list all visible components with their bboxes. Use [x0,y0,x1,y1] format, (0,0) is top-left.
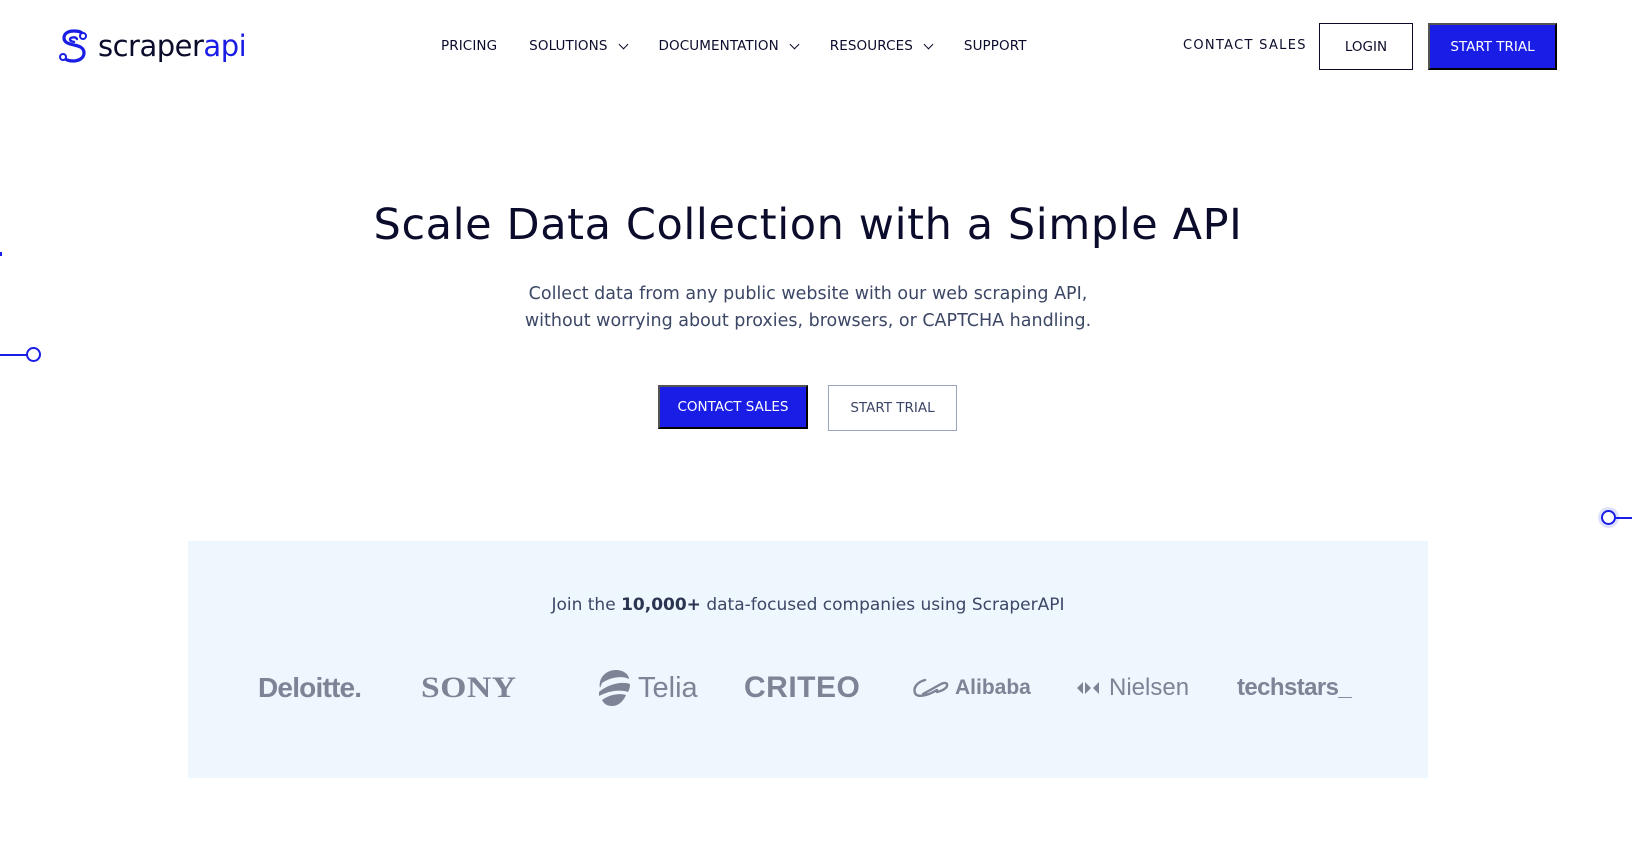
customer-logos-section: Join the 10,000+ data-focused companies … [188,541,1428,778]
scraperapi-logo-icon [59,29,87,63]
nav-item-solutions[interactable]: SOLUTIONS [529,38,628,54]
hero-subtitle-line: without worrying about proxies, browsers… [524,311,1092,331]
nav-item-label: RESOURCES [829,38,913,54]
nav-item-pricing[interactable]: PRICING [441,38,497,54]
site-header: scraperapi PRICING SOLUTIONS DOCUMENTATI… [0,0,1632,96]
chevron-down-icon [789,39,800,49]
logo-wordmark: scraperapi [98,28,247,64]
hero-subtitle: Collect data from any public website wit… [0,281,1616,335]
criteo-logo-text: CRITEO [744,671,861,704]
nav-item-support[interactable]: SUPPORT [964,38,1027,54]
social-proof-suffix: data-focused companies using ScraperAPI [700,595,1065,615]
nav-item-documentation[interactable]: DOCUMENTATION [658,38,800,54]
nav-item-label: SUPPORT [963,38,1027,54]
nav-item-label: PRICING [441,38,498,54]
decorative-line [1616,517,1632,519]
techstars-logo-text: techstars_ [1237,674,1352,701]
contact-sales-button[interactable]: CONTACT SALES [658,385,808,429]
chevron-down-icon [618,39,628,49]
nav-item-resources[interactable]: RESOURCES [829,38,934,54]
sony-logo: SONY [421,663,517,713]
logo-wordmark-api: api [203,29,247,63]
telia-logo-text: Telia [638,671,698,704]
login-button[interactable]: LOGIN [1319,23,1413,70]
hero-title: Scale Data Collection with a Simple API [373,200,1243,250]
alibaba-mark-icon [913,678,949,698]
techstars-logo: techstars_ [1237,663,1352,713]
telia-logo: Telia [596,663,698,713]
alibaba-logo-text: Alibaba [955,676,1031,699]
nielsen-logo-text: Nielsen [1109,674,1190,701]
hero-subtitle-line: Collect data from any public website wit… [528,284,1088,304]
chevron-down-icon [923,39,934,49]
criteo-logo: CRITEO [744,663,860,713]
logo-wordmark-scraper: scraper [98,29,204,63]
main-nav: PRICING SOLUTIONS DOCUMENTATION RESOURCE… [441,38,1027,54]
contact-sales-link[interactable]: CONTACT SALES [1183,38,1307,53]
social-proof-prefix: Join the [551,595,622,615]
nav-item-label: SOLUTIONS [529,38,608,54]
hero-start-trial-button[interactable]: START TRIAL [828,385,957,431]
customer-count: 10,000+ [621,595,701,615]
deloitte-logo: Deloitte. [258,663,362,713]
deloitte-logo-text: Deloitte. [258,672,362,703]
scraperapi-logo[interactable]: scraperapi [58,28,247,64]
start-trial-button[interactable]: START TRIAL [1428,23,1557,70]
customer-logo-row: Deloitte. SONY Telia CRITEO Alibaba Niel… [188,663,1428,713]
decorative-node-icon [1601,510,1616,525]
nielsen-logo: Nielsen [1075,663,1189,713]
alibaba-logo: Alibaba [911,663,1031,713]
decorative-node-icon [26,347,41,362]
nielsen-mark-icon [1077,682,1099,694]
telia-sphere-icon [599,670,630,706]
sony-logo-text: SONY [421,671,517,704]
social-proof-text: Join the 10,000+ data-focused companies … [188,595,1428,615]
nav-item-label: DOCUMENTATION [658,38,779,54]
decorative-line [0,354,28,356]
